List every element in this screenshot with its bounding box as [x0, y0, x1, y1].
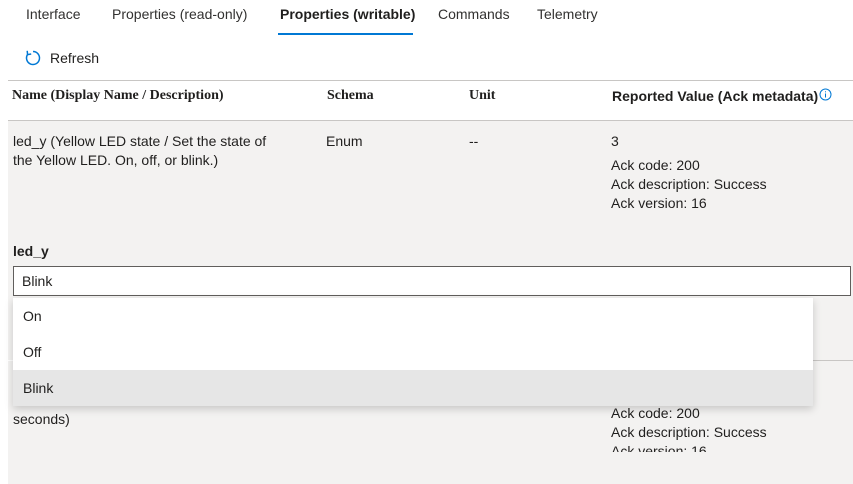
header-divider — [8, 120, 853, 121]
dropdown-menu: On Off Blink — [13, 298, 813, 406]
column-header-unit: Unit — [469, 88, 496, 103]
dropdown-option-off[interactable]: Off — [13, 334, 813, 370]
reported-value-block: 3 Ack code: 200 Ack description: Success… — [611, 132, 767, 213]
tab-properties-writable[interactable]: Properties (writable) — [280, 6, 415, 22]
row-divider — [813, 360, 853, 361]
ack-description: Ack description: Success — [611, 176, 767, 192]
info-icon[interactable] — [819, 88, 832, 101]
tab-bar: Interface Properties (read-only) Propert… — [0, 0, 853, 36]
tab-interface[interactable]: Interface — [26, 6, 80, 22]
tab-telemetry[interactable]: Telemetry — [537, 6, 598, 22]
table-top-border — [8, 80, 853, 81]
column-header-schema: Schema — [327, 88, 374, 103]
property-schema: Enum — [326, 133, 363, 149]
led-state-select[interactable]: Blink — [13, 266, 851, 296]
active-tab-indicator — [278, 33, 413, 35]
field-label: led_y — [13, 243, 49, 259]
column-header-reported-value: Reported Value (Ack metadata) — [612, 88, 819, 104]
property-unit: -- — [469, 133, 479, 149]
ack-version: Ack version: 16 — [611, 195, 707, 211]
dropdown-option-blink[interactable]: Blink — [13, 370, 813, 406]
property-name: led_y (Yellow LED state / Set the state … — [13, 133, 267, 168]
refresh-label: Refresh — [50, 50, 100, 66]
refresh-icon — [25, 50, 41, 66]
refresh-button[interactable]: Refresh — [24, 48, 99, 68]
reported-value: 3 — [611, 133, 619, 149]
tab-commands[interactable]: Commands — [438, 6, 510, 22]
tab-properties-read-only[interactable]: Properties (read-only) — [112, 6, 247, 22]
column-header-name: Name (Display Name / Description) — [12, 88, 224, 103]
ack-description: Ack description: Success — [611, 424, 767, 440]
dropdown-option-on[interactable]: On — [13, 298, 813, 334]
ack-code: Ack code: 200 — [611, 157, 700, 173]
reported-value-block: Ack code: 200 Ack description: Success A… — [611, 404, 767, 452]
property-name-tail: seconds) — [13, 411, 70, 427]
ack-version: Ack version: 16 — [611, 443, 707, 452]
ack-code: Ack code: 200 — [611, 405, 700, 421]
